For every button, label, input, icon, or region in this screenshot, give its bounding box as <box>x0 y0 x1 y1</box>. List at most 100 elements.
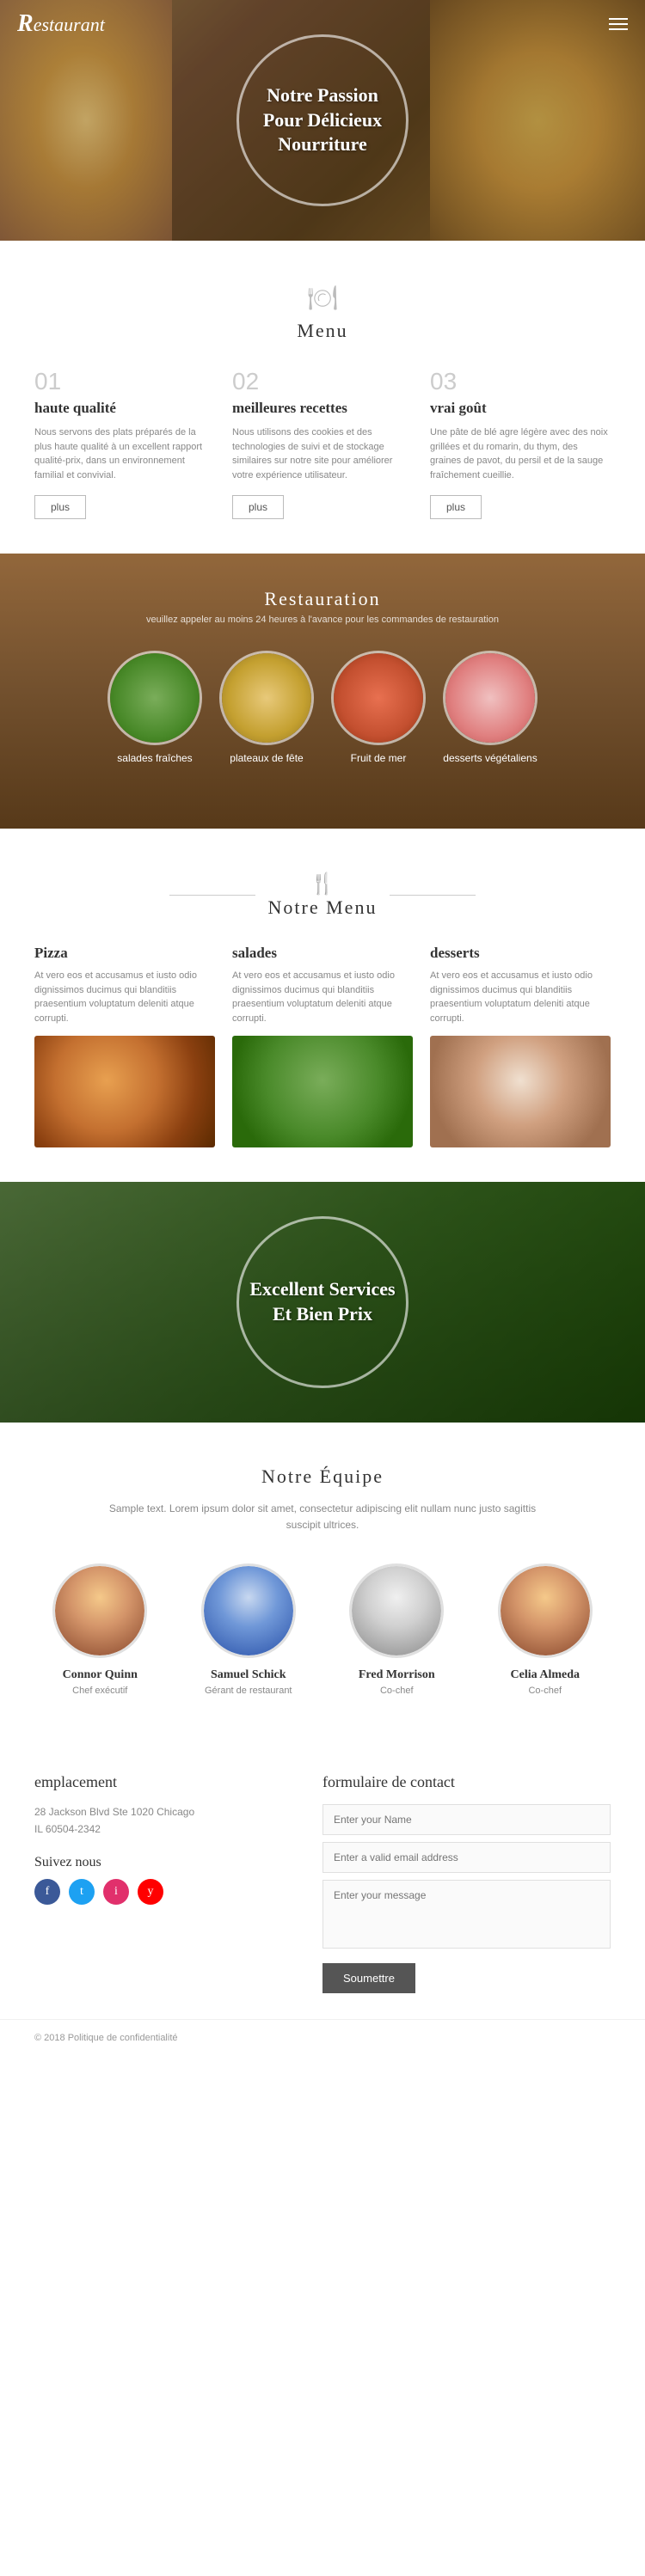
hero-text: Notre Passion Pour Délicieux Nourriture <box>239 75 406 166</box>
desserts-food-image <box>430 1036 611 1147</box>
equipe-section: Notre Équipe Sample text. Lorem ipsum do… <box>0 1423 645 1730</box>
circle-plateaux[interactable]: plateaux de fête <box>219 651 314 764</box>
menu-title-2: meilleures recettes <box>232 400 413 417</box>
menu-section-title: Menu <box>34 320 611 342</box>
emplacement-title: emplacement <box>34 1773 322 1791</box>
youtube-icon[interactable]: y <box>138 1879 163 1905</box>
avatar-connor <box>52 1563 147 1658</box>
desserts-food-title: desserts <box>430 945 611 962</box>
name-samuel: Samuel Schick <box>211 1668 286 1682</box>
menu-col-3: 03 vrai goût Une pâte de blé agre légère… <box>430 368 611 519</box>
circle-salades-label: salades fraîches <box>117 752 192 764</box>
contact-title: formulaire de contact <box>322 1773 611 1791</box>
emplacement-address: 28 Jackson Blvd Ste 1020 ChicagoIL 60504… <box>34 1804 322 1837</box>
equipe-member-4: Celia Almeda Co-chef <box>480 1563 611 1696</box>
contact-email-input[interactable] <box>322 1842 611 1873</box>
role-samuel: Gérant de restaurant <box>205 1686 292 1696</box>
name-celia: Celia Almeda <box>511 1668 580 1682</box>
avatar-img-celia <box>501 1566 590 1655</box>
circle-plateaux-label: plateaux de fête <box>230 752 303 764</box>
excellent-circle: Excellent Services Et Bien Prix <box>236 1216 408 1388</box>
avatar-img-fred <box>352 1566 441 1655</box>
hero-circle: Notre Passion Pour Délicieux Nourriture <box>236 34 408 206</box>
avatar-celia <box>498 1563 593 1658</box>
plateaux-img-inner <box>222 653 311 743</box>
notre-menu-title-wrap: 🍴 Notre Menu <box>268 872 378 919</box>
circle-desserts-img <box>443 651 538 745</box>
role-connor: Chef exécutif <box>72 1686 127 1696</box>
menu-icon: 🍽 <box>34 284 611 313</box>
equipe-desc: Sample text. Lorem ipsum dolor sit amet,… <box>108 1501 538 1533</box>
notre-menu-item-salades: salades At vero eos et accusamus et iust… <box>232 945 413 1147</box>
circle-fruit-mer[interactable]: Fruit de mer <box>331 651 426 764</box>
circle-fruit-label: Fruit de mer <box>351 752 407 764</box>
excellent-title: Excellent Services Et Bien Prix <box>248 1277 397 1326</box>
facebook-icon[interactable]: f <box>34 1879 60 1905</box>
contact-name-input[interactable] <box>322 1804 611 1835</box>
header-line-right <box>390 895 476 896</box>
avatar-img-connor <box>55 1566 144 1655</box>
salades-food-image <box>232 1036 413 1147</box>
footer-copyright: © 2018 Politique de confidentialité <box>34 2033 611 2043</box>
contact-message-input[interactable] <box>322 1880 611 1949</box>
circle-salades[interactable]: salades fraîches <box>108 651 202 764</box>
desserts-food-desc: At vero eos et accusamus et iusto odio d… <box>430 969 611 1025</box>
menu-desc-3: Une pâte de blé agre légère avec des noi… <box>430 425 611 482</box>
header-line-left <box>169 895 255 896</box>
desserts-img-inner <box>445 653 535 743</box>
pizza-image <box>34 1036 215 1147</box>
name-connor: Connor Quinn <box>63 1668 138 1682</box>
menu-num-1: 01 <box>34 368 215 395</box>
excellent-section: Excellent Services Et Bien Prix <box>0 1182 645 1423</box>
bottom-section: emplacement 28 Jackson Blvd Ste 1020 Chi… <box>0 1730 645 2019</box>
notre-menu-icon: 🍴 <box>268 872 378 896</box>
salades-food-title: salades <box>232 945 413 962</box>
notre-menu-item-pizza: Pizza At vero eos et accusamus et iusto … <box>34 945 215 1147</box>
equipe-title: Notre Équipe <box>34 1465 611 1488</box>
circle-fruit-img <box>331 651 426 745</box>
notre-menu-section: 🍴 Notre Menu Pizza At vero eos et accusa… <box>0 829 645 1182</box>
menu-desc-2: Nous utilisons des cookies et des techno… <box>232 425 413 482</box>
salades-img-inner <box>110 653 200 743</box>
restauration-circles: salades fraîches plateaux de fête Fruit … <box>108 651 538 764</box>
role-celia: Co-chef <box>528 1686 562 1696</box>
menu-btn-1[interactable]: plus <box>34 495 86 519</box>
avatar-img-samuel <box>204 1566 293 1655</box>
equipe-member-1: Connor Quinn Chef exécutif <box>34 1563 166 1696</box>
menu-col-1: 01 haute qualité Nous servons des plats … <box>34 368 215 519</box>
circle-plateaux-img <box>219 651 314 745</box>
restauration-subtitle: veuillez appeler au moins 24 heures à l'… <box>146 615 499 625</box>
name-fred: Fred Morrison <box>359 1668 435 1682</box>
social-icons: f t i y <box>34 1879 322 1905</box>
contact-section: formulaire de contact Soumettre <box>322 1773 611 1993</box>
submit-button[interactable]: Soumettre <box>322 1963 415 1993</box>
hamburger-menu[interactable] <box>609 18 628 30</box>
avatar-fred <box>349 1563 444 1658</box>
menu-col-2: 02 meilleures recettes Nous utilisons de… <box>232 368 413 519</box>
twitter-icon[interactable]: t <box>69 1879 95 1905</box>
restauration-title: Restauration <box>264 588 380 610</box>
emplacement-section: emplacement 28 Jackson Blvd Ste 1020 Chi… <box>34 1773 322 1993</box>
instagram-icon[interactable]: i <box>103 1879 129 1905</box>
equipe-grid: Connor Quinn Chef exécutif Samuel Schick… <box>34 1563 611 1696</box>
notre-menu-title: Notre Menu <box>268 896 378 919</box>
circle-desserts[interactable]: desserts végétaliens <box>443 651 538 764</box>
header: Restaurant <box>0 0 645 48</box>
pizza-title: Pizza <box>34 945 215 962</box>
salades-food-desc: At vero eos et accusamus et iusto odio d… <box>232 969 413 1025</box>
avatar-samuel <box>201 1563 296 1658</box>
menu-desc-1: Nous servons des plats préparés de la pl… <box>34 425 215 482</box>
menu-num-3: 03 <box>430 368 611 395</box>
menu-grid: 01 haute qualité Nous servons des plats … <box>34 368 611 519</box>
suivez-title: Suivez nous <box>34 1855 322 1870</box>
menu-btn-2[interactable]: plus <box>232 495 284 519</box>
role-fred: Co-chef <box>380 1686 414 1696</box>
excellent-text: Excellent Services Et Bien Prix <box>239 1269 406 1335</box>
notre-menu-item-desserts: desserts At vero eos et accusamus et ius… <box>430 945 611 1147</box>
notre-menu-header: 🍴 Notre Menu <box>34 872 611 919</box>
menu-section: 🍽 Menu 01 haute qualité Nous servons des… <box>0 241 645 554</box>
menu-btn-3[interactable]: plus <box>430 495 482 519</box>
restauration-section: Restauration veuillez appeler au moins 2… <box>0 554 645 829</box>
menu-title-3: vrai goût <box>430 400 611 417</box>
equipe-member-2: Samuel Schick Gérant de restaurant <box>183 1563 315 1696</box>
